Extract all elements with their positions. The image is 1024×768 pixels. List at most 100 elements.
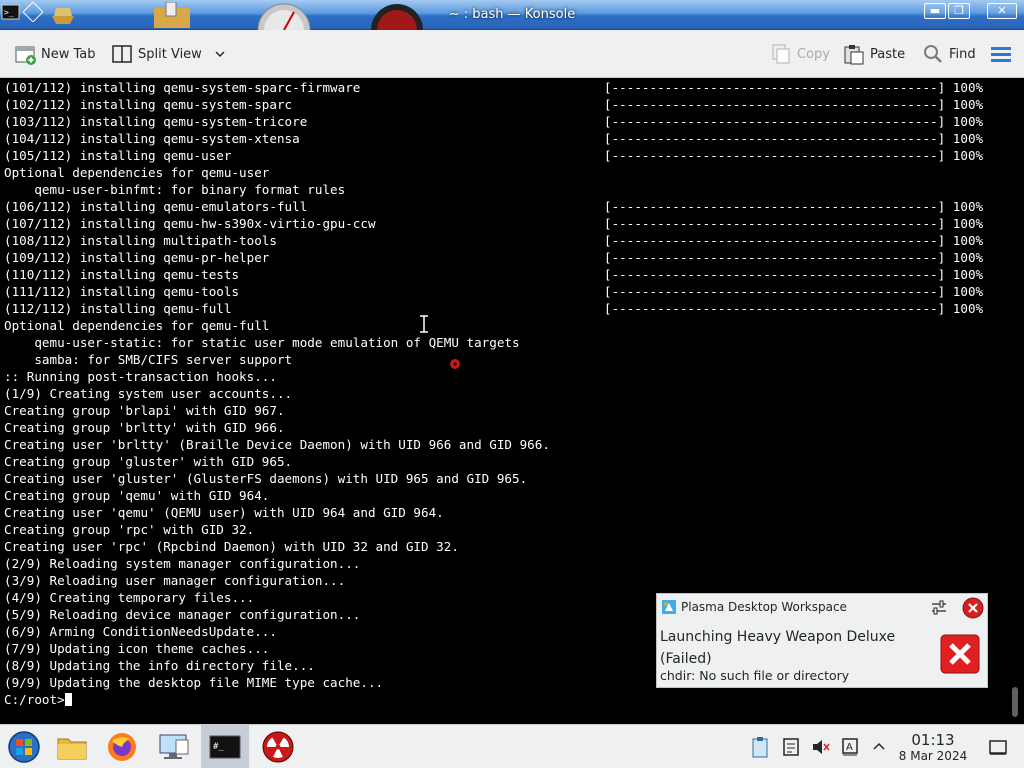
notification-popup[interactable]: Plasma Desktop Workspace Launching Heavy… xyxy=(656,593,988,688)
tray-volume[interactable] xyxy=(807,725,833,768)
terminal-line: (112/112) installing qemu-full xyxy=(4,301,232,316)
terminal-line: (101/112) installing qemu-system-sparc-f… xyxy=(4,80,361,95)
clock-date: 8 Mar 2024 xyxy=(898,749,968,763)
terminal-line: Optional dependencies for qemu-user xyxy=(4,165,270,180)
progress-bar-text: [---------------------------------------… xyxy=(604,216,984,231)
find-label: Find xyxy=(949,46,976,62)
system-clock[interactable]: 01:13 8 Mar 2024 xyxy=(898,731,968,764)
close-notification-button[interactable] xyxy=(962,597,984,619)
terminal-line: (110/112) installing qemu-tests xyxy=(4,267,240,282)
terminal-line: :: Running post-transaction hooks... xyxy=(4,369,277,384)
copy-label: Copy xyxy=(797,46,830,62)
notification-app-name: Plasma Desktop Workspace xyxy=(681,600,847,614)
progress-bar-text: [---------------------------------------… xyxy=(604,233,984,248)
progress-bar-text: [---------------------------------------… xyxy=(604,131,984,146)
terminal-line: (109/112) installing qemu-pr-helper xyxy=(4,250,270,265)
terminal-line: Creating user 'qemu' (QEMU user) with UI… xyxy=(4,505,444,520)
terminal-prompt[interactable]: C:/root> xyxy=(4,691,72,708)
progress-bar-text: [---------------------------------------… xyxy=(604,267,984,282)
terminal-line: (107/112) installing qemu-hw-s390x-virti… xyxy=(4,216,376,231)
paste-button[interactable]: Paste xyxy=(843,40,905,68)
terminal-line: Creating group 'gluster' with GID 965. xyxy=(4,454,293,469)
start-orb-icon xyxy=(8,731,40,763)
tray-input-method[interactable]: A xyxy=(837,725,863,768)
terminal-line: (108/112) installing multipath-tools xyxy=(4,233,277,248)
close-window-button[interactable]: ✕ xyxy=(987,3,1017,19)
terminal-line: (3/9) Reloading user manager configurati… xyxy=(4,573,346,588)
error-icon xyxy=(940,634,980,674)
terminal-line: Creating group 'brltty' with GID 966. xyxy=(4,420,285,435)
progress-bar-text: [---------------------------------------… xyxy=(604,80,984,95)
terminal-line: (105/112) installing qemu-user xyxy=(4,148,232,163)
terminal-line: Optional dependencies for qemu-full xyxy=(4,318,270,333)
terminal-line: (102/112) installing qemu-system-sparc xyxy=(4,97,293,112)
terminal-line: (2/9) Reloading system manager configura… xyxy=(4,556,361,571)
taskbar-konsole[interactable]: #_ xyxy=(201,725,249,768)
terminal-line: (5/9) Reloading device manager configura… xyxy=(4,607,361,622)
notification-body: chdir: No such file or directory xyxy=(660,668,850,683)
terminal-line: Creating group 'qemu' with GID 964. xyxy=(4,488,270,503)
taskbar-file-manager[interactable] xyxy=(48,725,96,768)
terminal-line: Creating group 'rpc' with GID 32. xyxy=(4,522,255,537)
terminal-line: qemu-user-binfmt: for binary format rule… xyxy=(4,182,346,197)
taskbar: #_ A 01:13 8 Mar 2024 xyxy=(0,724,1024,768)
hamburger-menu-icon xyxy=(991,47,1011,62)
terminal-line: (103/112) installing qemu-system-tricore xyxy=(4,114,308,129)
new-tab-button[interactable]: New Tab xyxy=(14,40,96,68)
tray-clipboard[interactable] xyxy=(746,725,774,768)
terminal-line: (111/112) installing qemu-tools xyxy=(4,284,240,299)
minimize-button[interactable]: ▬ xyxy=(924,3,946,19)
terminal-line: Creating group 'brlapi' with GID 967. xyxy=(4,403,285,418)
text-cursor-ibeam-icon xyxy=(420,315,428,333)
copy-icon xyxy=(772,44,790,64)
paste-label: Paste xyxy=(870,46,906,62)
find-button[interactable]: Find xyxy=(922,40,976,68)
show-desktop-button[interactable] xyxy=(984,725,1012,768)
chevron-down-icon xyxy=(215,51,225,58)
svg-text:#_: #_ xyxy=(213,742,224,752)
terminal-line: (6/9) Arming ConditionNeedsUpdate... xyxy=(4,624,277,639)
konsole-toolbar: New Tab Split View Copy Paste Find xyxy=(0,30,1024,78)
plasma-app-icon xyxy=(662,600,676,614)
progress-bar-text: [---------------------------------------… xyxy=(604,284,984,299)
progress-bar-text: [---------------------------------------… xyxy=(604,97,984,112)
taskbar-firefox[interactable] xyxy=(98,725,146,768)
radiation-icon xyxy=(262,731,294,763)
window-title: ~ : bash — Konsole xyxy=(448,7,576,22)
terminal-line: (8/9) Updating the info directory file..… xyxy=(4,658,315,673)
svg-text:A: A xyxy=(846,742,853,753)
taskbar-system-settings[interactable] xyxy=(150,725,198,768)
tray-expand-button[interactable] xyxy=(866,725,892,768)
progress-bar-text: [---------------------------------------… xyxy=(604,199,984,214)
terminal-line: (4/9) Creating temporary files... xyxy=(4,590,255,605)
terminal-line: (104/112) installing qemu-system-xtensa xyxy=(4,131,300,146)
terminal-line: qemu-user-static: for static user mode e… xyxy=(4,335,520,350)
notification-settings-icon[interactable] xyxy=(930,599,948,617)
text-cursor xyxy=(64,693,72,706)
chevron-up-icon xyxy=(873,742,885,750)
search-icon xyxy=(924,45,942,63)
start-menu-button[interactable] xyxy=(0,725,48,768)
terminal-scrollbar[interactable] xyxy=(1012,687,1018,717)
progress-bar-text: [---------------------------------------… xyxy=(604,250,984,265)
clock-time: 01:13 xyxy=(911,731,955,749)
split-view-icon xyxy=(112,45,132,63)
maximize-button[interactable]: ❐ xyxy=(948,3,970,19)
volume-muted-icon xyxy=(813,740,830,754)
terminal-line: samba: for SMB/CIFS server support xyxy=(4,352,293,367)
tray-notes[interactable] xyxy=(778,725,804,768)
terminal-line: (7/9) Updating icon theme caches... xyxy=(4,641,270,656)
window-titlebar[interactable]: >_ ~ : bash — Konsole ▬ ❐ ✕ xyxy=(0,0,1024,57)
keyboard-layout-icon: A xyxy=(842,738,858,756)
clipboard-icon xyxy=(752,737,768,758)
terminal-line: (106/112) installing qemu-emulators-full xyxy=(4,199,308,214)
show-desktop-icon xyxy=(989,740,1007,755)
copy-button[interactable]: Copy xyxy=(770,40,830,68)
progress-bar-text: [---------------------------------------… xyxy=(604,148,984,163)
hamburger-menu-button[interactable] xyxy=(990,40,1017,68)
taskbar-heavy-weapon[interactable] xyxy=(254,725,302,768)
radiation-cursor-icon xyxy=(450,359,460,369)
split-view-label: Split View xyxy=(138,46,202,62)
split-view-button[interactable]: Split View xyxy=(111,40,235,68)
prompt-text: C:/root> xyxy=(4,692,65,707)
